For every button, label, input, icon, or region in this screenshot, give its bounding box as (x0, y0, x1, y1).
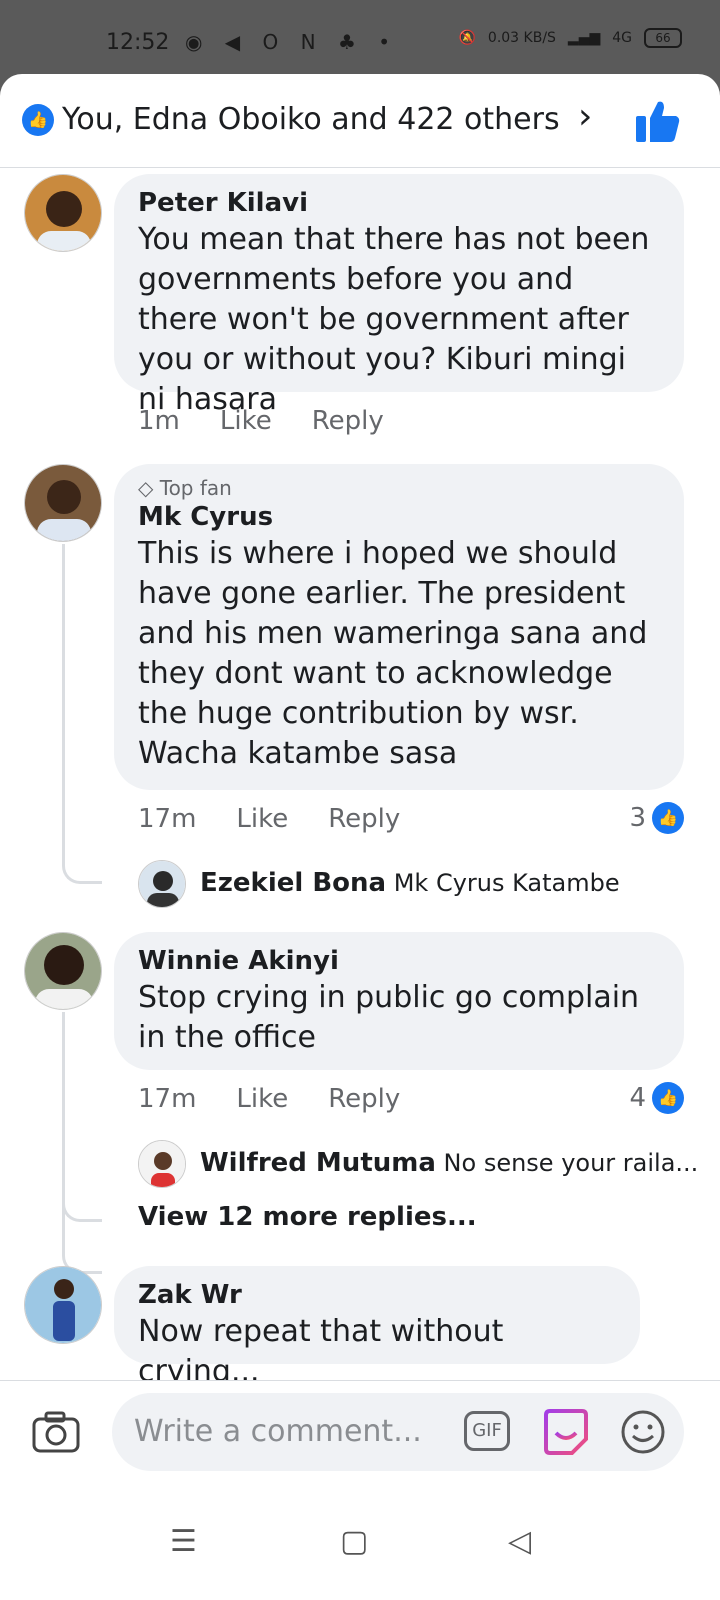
reply-preview[interactable]: Wilfred Mutuma No sense your raila... (200, 1148, 698, 1178)
comment-bubble[interactable]: Zak Wr Now repeat that without crying... (114, 1266, 640, 1389)
comment-text: Stop crying in public go complain in the… (138, 980, 640, 1055)
comment-author[interactable]: Zak Wr (138, 1278, 616, 1312)
diamond-icon: ◇ (138, 476, 160, 500)
comment-text: You mean that there has not been governm… (138, 222, 650, 417)
battery-icon: 66 (644, 28, 682, 48)
avatar[interactable] (24, 932, 102, 1010)
network-speed: 0.03 KB/S (487, 30, 556, 46)
like-reaction-icon: 👍 (22, 104, 54, 136)
comment-bubble[interactable]: ◇ Top fan Mk Cyrus This is where i hoped… (114, 464, 684, 790)
network-type: 4G (612, 30, 632, 46)
menu-icon[interactable]: ☰ (170, 1524, 197, 1559)
home-icon[interactable]: ▢ (340, 1524, 368, 1559)
system-navigation-bar: ☰ ▢ ◁ (0, 1484, 720, 1600)
sticker-icon (544, 1409, 588, 1455)
camera-icon (32, 1411, 80, 1453)
like-link[interactable]: Like (236, 804, 288, 834)
reply-avatar[interactable] (138, 1140, 186, 1188)
sticker-button[interactable] (542, 1409, 590, 1459)
like-link[interactable]: Like (220, 406, 272, 436)
like-reaction-icon: 👍 (652, 802, 684, 834)
top-fan-badge: ◇ Top fan (138, 476, 232, 500)
gif-button[interactable]: GIF (464, 1411, 510, 1451)
smiley-icon (621, 1410, 665, 1454)
back-icon[interactable]: ◁ (508, 1524, 531, 1559)
like-link[interactable]: Like (236, 1084, 288, 1114)
like-count[interactable]: 4 👍 (629, 1082, 684, 1114)
comment-actions: 17m Like Reply (138, 1084, 400, 1114)
view-more-replies-link[interactable]: View 12 more replies... (138, 1202, 477, 1232)
notification-icons: ◉ ◀ O N ♣ • (185, 30, 399, 54)
comment-bubble[interactable]: Peter Kilavi You mean that there has not… (114, 174, 684, 417)
reply-link[interactable]: Reply (312, 406, 384, 436)
like-button[interactable] (636, 100, 680, 146)
like-count[interactable]: 3 👍 (629, 802, 684, 834)
mute-icon: 🔕 (458, 30, 476, 46)
emoji-button[interactable] (620, 1409, 666, 1459)
thread-line (62, 544, 102, 884)
comment-time: 1m (138, 406, 180, 436)
comment-author[interactable]: Winnie Akinyi (138, 944, 660, 978)
status-bar: 12:52 ◉ ◀ O N ♣ • 🔕 0.03 KB/S ▂▄▆ 4G 66 (0, 0, 720, 80)
avatar[interactable] (24, 1266, 102, 1344)
comment-input-container[interactable]: GIF (112, 1393, 684, 1471)
reply-link[interactable]: Reply (328, 1084, 400, 1114)
comment-actions: 17m Like Reply (138, 804, 400, 834)
reactions-header[interactable]: 👍 You, Edna Oboiko and 422 others › (0, 74, 720, 168)
reply-avatar[interactable] (138, 860, 186, 908)
signal-icon: ▂▄▆ (567, 30, 601, 46)
thumbs-up-icon (636, 101, 680, 142)
comment-actions: 1m Like Reply (138, 406, 384, 436)
comment-bubble[interactable]: Winnie Akinyi Stop crying in public go c… (114, 932, 684, 1070)
comment-input[interactable] (134, 1409, 424, 1453)
comment-time: 17m (138, 1084, 197, 1114)
comment-author[interactable]: Mk Cyrus (138, 500, 660, 534)
reply-text: Mk Cyrus Katambe (393, 869, 620, 897)
comment-author[interactable]: Peter Kilavi (138, 186, 660, 220)
comment-composer: GIF (0, 1380, 720, 1484)
comment-text: This is where i hoped we should have gon… (138, 536, 648, 771)
reply-author[interactable]: Ezekiel Bona (200, 868, 386, 898)
reply-author[interactable]: Wilfred Mutuma (200, 1148, 436, 1178)
chevron-right-icon[interactable]: › (578, 96, 592, 137)
system-indicators: 🔕 0.03 KB/S ▂▄▆ 4G 66 (458, 28, 682, 48)
comments-sheet: 👍 You, Edna Oboiko and 422 others › Pete… (0, 74, 720, 1600)
status-time: 12:52 (106, 30, 170, 55)
reply-preview[interactable]: Ezekiel Bona Mk Cyrus Katambe (200, 868, 620, 898)
avatar[interactable] (24, 464, 102, 542)
thread-line (62, 1012, 102, 1274)
like-reaction-icon: 👍 (652, 1082, 684, 1114)
camera-button[interactable] (32, 1411, 80, 1457)
reply-text: No sense your raila... (443, 1149, 699, 1177)
comment-time: 17m (138, 804, 197, 834)
reply-link[interactable]: Reply (328, 804, 400, 834)
reactions-summary[interactable]: You, Edna Oboiko and 422 others (62, 102, 560, 137)
avatar[interactable] (24, 174, 102, 252)
